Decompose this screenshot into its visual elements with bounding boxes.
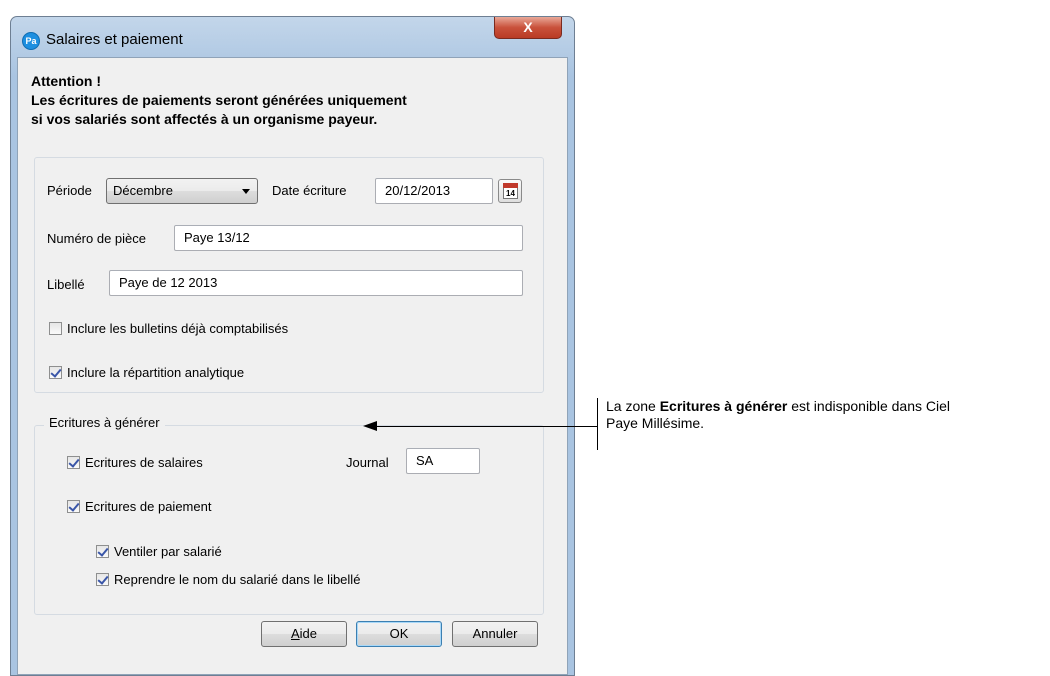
inclure-bulletins-checkbox[interactable]	[49, 322, 62, 335]
ecritures-paiement-label: Ecritures de paiement	[85, 499, 212, 514]
warning-title: Attention !	[31, 73, 101, 89]
app-icon: Pa	[22, 32, 40, 50]
ventiler-label: Ventiler par salarié	[114, 544, 222, 559]
periode-label: Période	[47, 183, 92, 198]
ecritures-salaires-label: Ecritures de salaires	[85, 455, 203, 470]
warning-message: Attention ! Les écritures de paiements s…	[31, 72, 407, 129]
annuler-button[interactable]: Annuler	[452, 621, 538, 647]
annotation-bracket	[597, 398, 598, 450]
ok-button[interactable]: OK	[356, 621, 442, 647]
date-ecriture-label: Date écriture	[272, 183, 347, 198]
numero-piece-label: Numéro de pièce	[47, 231, 146, 246]
ventiler-checkbox[interactable]	[96, 545, 109, 558]
inclure-repartition-checkbox[interactable]	[49, 366, 62, 379]
close-button[interactable]: X	[494, 17, 562, 39]
inclure-bulletins-label: Inclure les bulletins déjà comptabilisés	[67, 321, 289, 336]
reprendre-nom-label: Reprendre le nom du salarié dans le libe…	[114, 572, 361, 587]
ecritures-group-label: Ecritures à générer	[44, 415, 165, 430]
numero-piece-input[interactable]: Paye 13/12	[174, 225, 523, 251]
warning-line: si vos salariés sont affectés à un organ…	[31, 111, 378, 127]
dialog-client-area: Attention ! Les écritures de paiements s…	[17, 57, 568, 675]
reprendre-nom-checkbox[interactable]	[96, 573, 109, 586]
dialog-window: Pa Salaires et paiement X Attention ! Le…	[10, 16, 575, 676]
libelle-input[interactable]: Paye de 12 2013	[109, 270, 523, 296]
arrow-head-icon	[363, 421, 377, 431]
libelle-label: Libellé	[47, 277, 85, 292]
journal-label: Journal	[346, 455, 389, 470]
annotation-arrow	[377, 426, 597, 427]
ecritures-paiement-checkbox[interactable]	[67, 500, 80, 513]
aide-button[interactable]: Aide	[261, 621, 347, 647]
window-title: Salaires et paiement	[46, 31, 183, 48]
journal-input[interactable]: SA	[406, 448, 480, 474]
title-bar[interactable]: Pa Salaires et paiement	[11, 17, 574, 57]
inclure-repartition-label: Inclure la répartition analytique	[67, 365, 245, 380]
ecritures-salaires-checkbox[interactable]	[67, 456, 80, 469]
warning-line: Les écritures de paiements seront généré…	[31, 92, 407, 108]
periode-value: Décembre	[113, 183, 173, 198]
annotation-note: La zone Ecritures à générer est indispon…	[606, 398, 950, 431]
chevron-down-icon	[242, 189, 250, 194]
calendar-icon: 14	[503, 183, 518, 199]
date-ecriture-input[interactable]: 20/12/2013	[375, 178, 493, 204]
periode-select[interactable]: Décembre	[106, 178, 258, 204]
calendar-button[interactable]: 14	[498, 179, 522, 203]
